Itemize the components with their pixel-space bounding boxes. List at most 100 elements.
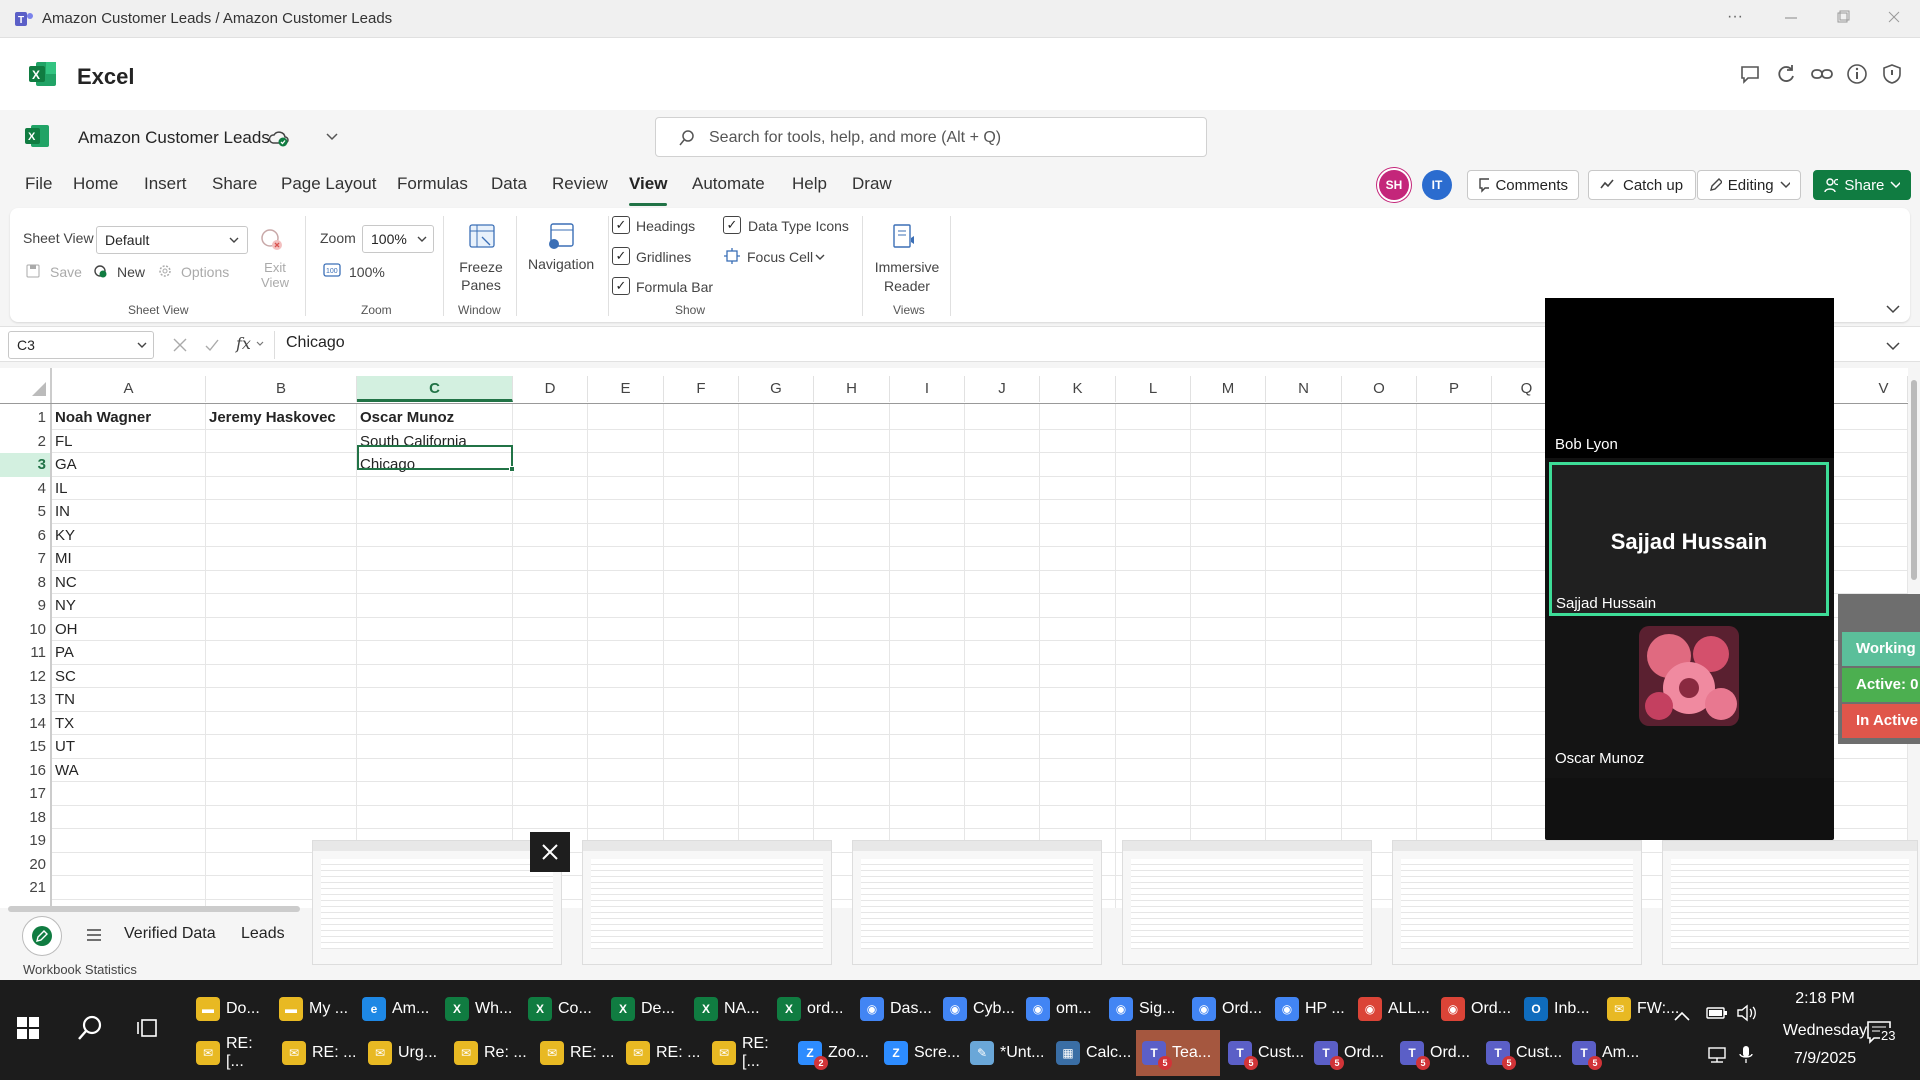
taskbar-app-excel[interactable]: X Co...: [522, 986, 603, 1032]
share-button[interactable]: Share: [1813, 170, 1911, 200]
cell-a11[interactable]: PA: [52, 641, 206, 665]
row-header-21[interactable]: 21: [0, 876, 50, 900]
avatar-it[interactable]: IT: [1422, 170, 1452, 200]
column-header-v[interactable]: V: [1860, 376, 1908, 402]
sheet-tab-leads[interactable]: Leads: [241, 925, 285, 943]
microphone-icon[interactable]: [1738, 1044, 1754, 1064]
editing-mode-button[interactable]: Editing: [1697, 170, 1801, 200]
close-thumbnail-button[interactable]: [530, 832, 570, 872]
taskbar-app-teams[interactable]: T 5 Ord...: [1308, 1030, 1392, 1076]
search-box[interactable]: Search for tools, help, and more (Alt + …: [655, 117, 1207, 157]
row-header-16[interactable]: 16: [0, 759, 50, 783]
cell-a12[interactable]: SC: [52, 665, 206, 689]
data-type-icons-checkbox[interactable]: ✓: [723, 216, 741, 234]
search-icon[interactable]: [76, 1014, 104, 1042]
column-header-k[interactable]: K: [1040, 376, 1116, 402]
taskbar-app-edge[interactable]: e Am...: [356, 986, 437, 1032]
cell-c1[interactable]: Oscar Munoz: [357, 406, 513, 430]
taskbar-app-folder[interactable]: ▬ Do...: [190, 986, 271, 1032]
window-thumbnail[interactable]: [1392, 840, 1642, 965]
window-thumbnail[interactable]: [1122, 840, 1372, 965]
sheet-tab-verified-data[interactable]: Verified Data: [124, 925, 216, 943]
info-icon[interactable]: [1845, 62, 1871, 88]
column-header-e[interactable]: E: [588, 376, 664, 402]
cell-a14[interactable]: TX: [52, 712, 206, 736]
avatar-sh[interactable]: SH: [1379, 170, 1409, 200]
taskbar-app-chrome[interactable]: ◉ HP ...: [1269, 986, 1350, 1032]
show-hidden-icons-chevron-icon[interactable]: [1674, 1010, 1690, 1022]
vertical-scrollbar-thumb[interactable]: [1911, 380, 1917, 580]
column-header-g[interactable]: G: [739, 376, 814, 402]
taskbar-app-teams[interactable]: T 5 Ord...: [1394, 1030, 1478, 1076]
catch-up-button[interactable]: Catch up: [1588, 170, 1696, 200]
column-header-p[interactable]: P: [1417, 376, 1492, 402]
tab-review[interactable]: Review: [552, 174, 608, 194]
window-thumbnail[interactable]: [1662, 840, 1918, 965]
window-thumbnail[interactable]: [852, 840, 1102, 965]
workbook-statistics-button[interactable]: Workbook Statistics: [23, 962, 137, 977]
comments-button[interactable]: Comments: [1467, 170, 1579, 200]
notifications-button[interactable]: 23: [1866, 1020, 1897, 1044]
taskbar-app-excel[interactable]: X Wh...: [439, 986, 520, 1032]
taskbar-app-chrome[interactable]: ◉ Das...: [854, 986, 935, 1032]
tab-insert[interactable]: Insert: [144, 174, 187, 194]
task-view-icon[interactable]: [137, 1016, 161, 1040]
taskbar-app-excel[interactable]: Xord...: [771, 986, 852, 1032]
row-header-8[interactable]: 8: [0, 571, 50, 595]
cell-a5[interactable]: IN: [52, 500, 206, 524]
row-header-1[interactable]: 1: [0, 406, 50, 430]
insert-function-button[interactable]: fx: [236, 334, 251, 353]
taskbar-app-excel[interactable]: X NA...: [688, 986, 769, 1032]
minimize-button[interactable]: [1784, 10, 1798, 24]
formula-bar-checkbox[interactable]: ✓: [612, 277, 630, 295]
row-header-20[interactable]: 20: [0, 853, 50, 877]
headings-checkbox[interactable]: ✓: [612, 216, 630, 234]
taskbar-app-notepad[interactable]: ✎ *Unt...: [964, 1030, 1048, 1076]
row-header-2[interactable]: 2: [0, 430, 50, 454]
column-header-d[interactable]: D: [513, 376, 588, 402]
close-window-button[interactable]: [1887, 10, 1901, 24]
taskbar-app-outlook[interactable]: O Inb...: [1518, 986, 1599, 1032]
taskbar-app-calculator[interactable]: ▦ Calc...: [1050, 1030, 1134, 1076]
confirm-entry-icon[interactable]: [204, 337, 220, 353]
immersive-reader-button[interactable]: Immersive Reader: [870, 258, 944, 296]
taskbar-app-mail[interactable]: ✉ Urg...: [362, 1030, 446, 1076]
row-header-19[interactable]: 19: [0, 829, 50, 853]
taskbar-app-chrome[interactable]: ◉ om...: [1020, 986, 1101, 1032]
row-header-6[interactable]: 6: [0, 524, 50, 548]
column-header-m[interactable]: M: [1191, 376, 1266, 402]
taskbar-app-teams[interactable]: T 5 Cust...: [1480, 1030, 1564, 1076]
taskbar-app-mail[interactable]: ✉ RE: ...: [276, 1030, 360, 1076]
cell-a10[interactable]: OH: [52, 618, 206, 642]
taskbar-app-mail[interactable]: ✉ FW:...: [1601, 986, 1682, 1032]
cell-a7[interactable]: MI: [52, 547, 206, 571]
row-header-10[interactable]: 10: [0, 618, 50, 642]
row-header-12[interactable]: 12: [0, 665, 50, 689]
row-header-7[interactable]: 7: [0, 547, 50, 571]
fill-handle[interactable]: [509, 466, 515, 472]
column-header-f[interactable]: F: [664, 376, 739, 402]
expand-formula-chevron-icon[interactable]: [1886, 341, 1900, 351]
network-icon[interactable]: [1706, 1046, 1728, 1064]
cell-a16[interactable]: WA: [52, 759, 206, 783]
collapse-ribbon-chevron-icon[interactable]: [1886, 304, 1900, 314]
more-options-button[interactable]: ···: [1727, 8, 1743, 26]
tab-data[interactable]: Data: [491, 174, 527, 194]
cell-a8[interactable]: NC: [52, 571, 206, 595]
zoom-100-button[interactable]: 100%: [349, 264, 385, 280]
cell-b1[interactable]: Jeremy Haskovec: [206, 406, 357, 430]
tab-file[interactable]: File: [25, 174, 52, 194]
taskbar-app-chrome[interactable]: ◉ Ord...: [1186, 986, 1267, 1032]
battery-icon[interactable]: [1706, 1006, 1728, 1020]
taskbar-app-zoom[interactable]: Z 2 Zoo...: [792, 1030, 876, 1076]
status-pill-working[interactable]: Working: [1842, 632, 1920, 666]
volume-icon[interactable]: [1736, 1004, 1758, 1022]
save-view-button[interactable]: Save: [50, 264, 82, 280]
row-header-5[interactable]: 5: [0, 500, 50, 524]
row-header-14[interactable]: 14: [0, 712, 50, 736]
row-header-9[interactable]: 9: [0, 594, 50, 618]
taskbar-app-folder[interactable]: ▬ My ...: [273, 986, 354, 1032]
taskbar-app-zoom[interactable]: Z Scre...: [878, 1030, 962, 1076]
view-options-button[interactable]: Options: [181, 264, 229, 280]
status-pill-inactive[interactable]: In Active: [1842, 704, 1920, 738]
